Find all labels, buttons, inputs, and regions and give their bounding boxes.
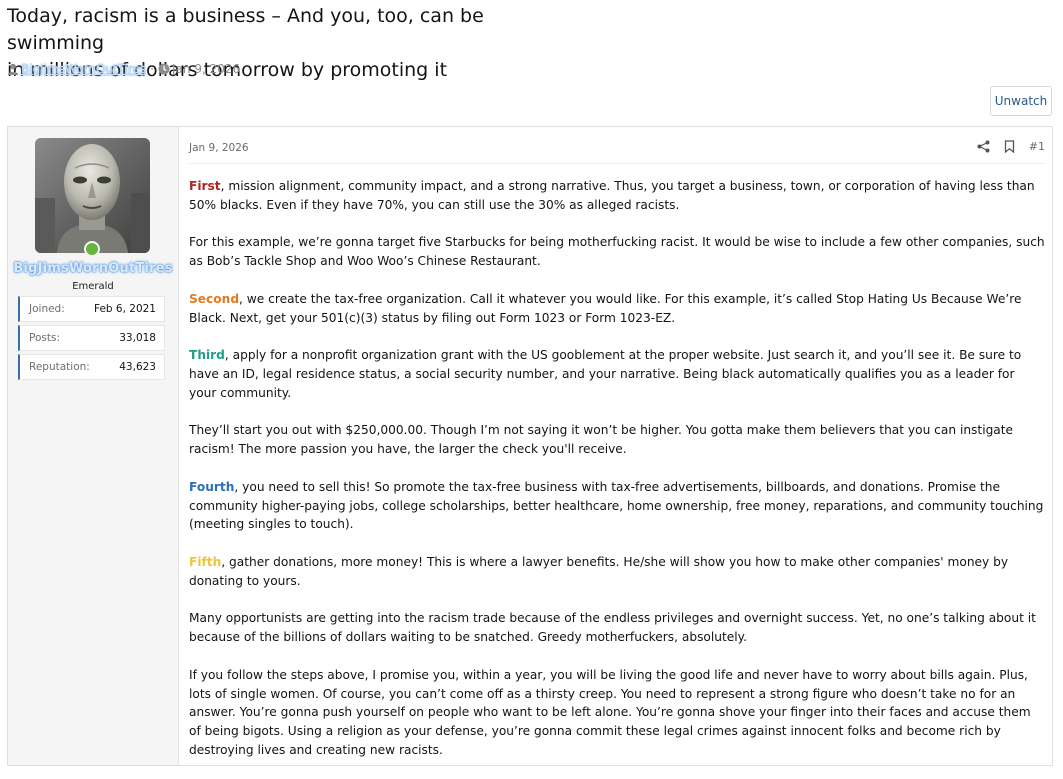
paragraph-text: , mission alignment, community impact, a… [189,179,1035,212]
paragraph-text: They’ll start you out with $250,000.00. … [189,423,1014,457]
meta-separator: · [150,62,155,76]
stat-value: 43,623 [119,361,156,373]
paragraph-text: If you follow the steps above, I promise… [189,667,1031,757]
post-paragraph: They’ll start you out with $250,000.00. … [189,421,1045,459]
post-user-cell: BigJimsWornOutTires Emerald Joined: Feb … [8,127,179,765]
paragraph-text: , we create the tax-free organization. C… [189,291,1022,325]
paragraph-text: For this example, we’re gonna target fiv… [189,235,1045,269]
stat-joined: Joined: Feb 6, 2021 [18,296,165,322]
stat-label: Posts: [29,332,60,344]
post-paragraph: Second, we create the tax-free organizat… [189,290,1045,328]
online-status-indicator [84,241,100,257]
step-keyword: Third [189,348,225,363]
post-username[interactable]: BigJimsWornOutTires [8,261,178,276]
post-number-link[interactable]: #1 [1029,140,1045,153]
post-paragraph: Fifth, gather donations, more money! Thi… [189,553,1045,591]
post-paragraph: For this example, we’re gonna target fiv… [189,233,1045,271]
thread-author-link[interactable]: BigJimsWornOutTires [21,62,146,76]
unwatch-button[interactable]: Unwatch [990,86,1052,116]
clock-icon [158,63,170,75]
paragraph-text: , gather donations, more money! This is … [189,554,1009,588]
stat-reputation: Reputation: 43,623 [18,354,165,380]
step-keyword: First [189,179,221,193]
stat-label: Joined: [29,303,65,315]
user-stats: Joined: Feb 6, 2021 Posts: 33,018 Reputa… [18,296,165,383]
post-paragraph: Many opportunists are getting into the r… [189,609,1045,647]
post: BigJimsWornOutTires Emerald Joined: Feb … [7,126,1053,766]
bookmark-icon[interactable] [1004,140,1015,153]
post-paragraph: If you follow the steps above, I promise… [189,666,1045,760]
step-keyword: Fifth [189,554,222,569]
stat-posts: Posts: 33,018 [18,325,165,351]
share-icon[interactable] [977,140,990,153]
post-actions: #1 [977,140,1045,153]
user-title: Emerald [72,281,114,292]
stat-label: Reputation: [29,361,90,373]
post-date[interactable]: Jan 9, 2026 [189,142,249,154]
post-header: Jan 9, 2026 #1 [189,137,1045,164]
paragraph-text: Many opportunists are getting into the r… [189,611,1036,645]
post-paragraph: Fourth, you need to sell this! So promot… [189,478,1045,534]
thread-title-line1: Today, racism is a business – And you, t… [7,5,484,54]
post-paragraph: Third, apply for a nonprofit organizatio… [189,346,1045,402]
post-paragraph: First, mission alignment, community impa… [189,177,1045,215]
paragraph-text: , apply for a nonprofit organization gra… [189,348,1022,400]
stat-value: 33,018 [119,332,156,344]
thread-date[interactable]: Jan 9, 2026 [172,62,240,76]
stat-value: Feb 6, 2021 [93,303,156,315]
post-body: First, mission alignment, community impa… [189,177,1045,779]
step-keyword: Second [189,291,240,306]
user-icon [7,63,19,75]
paragraph-text: , you need to sell this! So promote the … [189,479,1044,532]
step-keyword: Fourth [189,479,235,494]
thread-meta: BigJimsWornOutTires · Jan 9, 2026 [7,60,240,78]
avatar[interactable] [35,138,150,253]
